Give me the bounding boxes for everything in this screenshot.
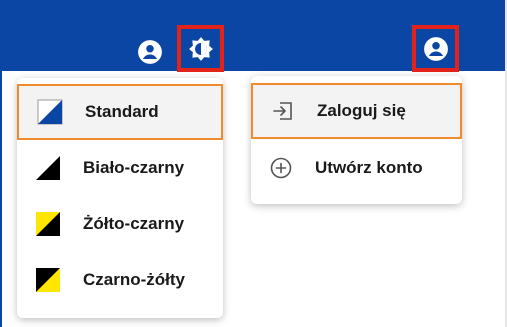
contrast-standard-icon [37, 99, 63, 125]
contrast-option-label: Standard [85, 102, 159, 121]
contrast-icon [188, 36, 213, 61]
account-icon [423, 36, 448, 61]
create-account-menu-item[interactable]: Utwórz konto [251, 140, 462, 196]
contrast-option-standard[interactable]: Standard [17, 84, 223, 140]
contrast-option-yellow-black[interactable]: Żółto-czarny [17, 196, 223, 252]
account-menu: Zaloguj się Utwórz konto [251, 76, 462, 204]
user-icon[interactable] [137, 39, 163, 65]
left-edge [0, 71, 2, 327]
plus-circle-icon [270, 157, 292, 179]
contrast-option-label: Biało-czarny [83, 158, 185, 177]
contrast-menu: Standard Biało-czarny Żółto-czarny Czarn… [17, 78, 223, 318]
login-icon [273, 102, 292, 120]
contrast-yellow-black-icon [36, 212, 60, 236]
account-button[interactable] [412, 25, 459, 72]
contrast-white-black-icon [36, 156, 60, 180]
contrast-toggle-button[interactable] [177, 25, 224, 72]
login-menu-item[interactable]: Zaloguj się [251, 83, 462, 139]
contrast-option-label: Żółto-czarny [83, 214, 185, 233]
login-label: Zaloguj się [317, 101, 406, 120]
user-circle-icon [138, 40, 162, 64]
contrast-option-white-black[interactable]: Biało-czarny [17, 140, 223, 196]
contrast-option-label: Czarno-żółty [83, 270, 185, 289]
contrast-black-yellow-icon [36, 268, 60, 292]
create-account-label: Utwórz konto [315, 158, 423, 177]
contrast-option-black-yellow[interactable]: Czarno-żółty [17, 252, 223, 308]
